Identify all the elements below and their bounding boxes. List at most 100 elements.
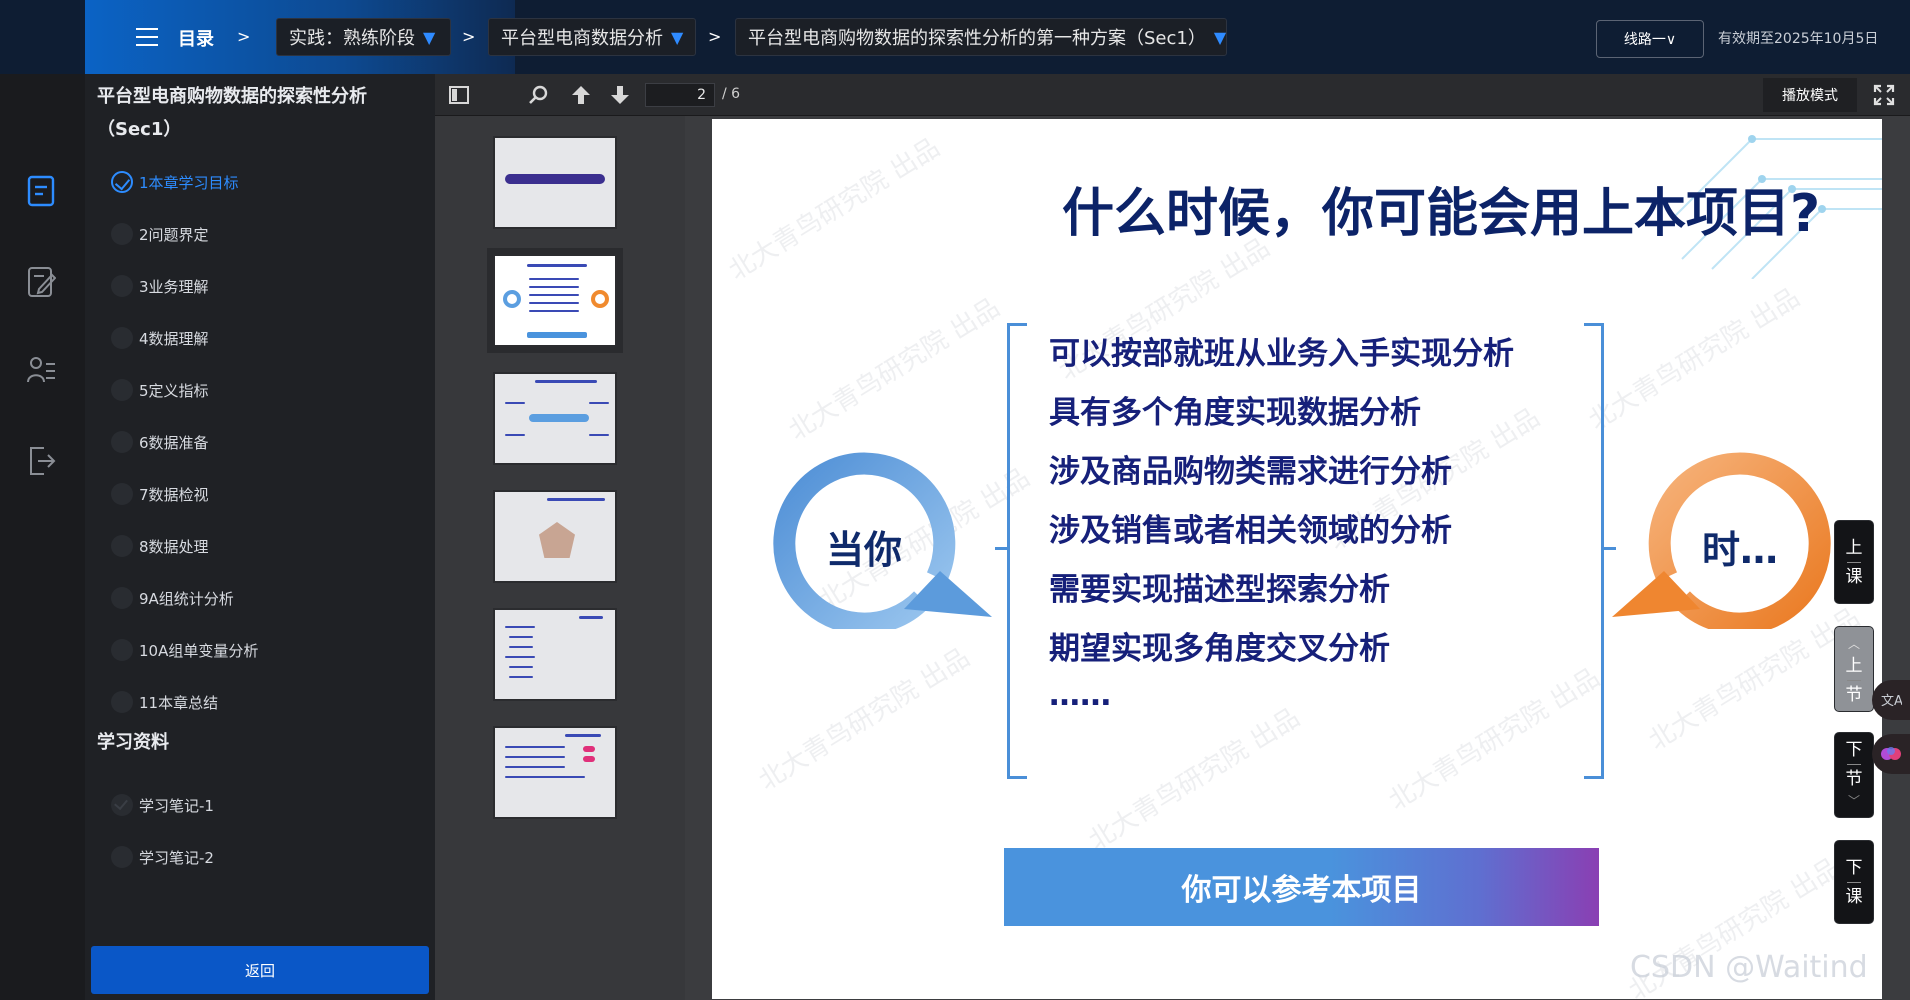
- chapter-label: 4数据理解: [139, 329, 209, 348]
- chapter-item[interactable]: 8数据处理: [111, 531, 209, 561]
- caret-down-icon: ▼: [423, 27, 436, 47]
- next-section-button[interactable]: 下节 ﹀: [1834, 732, 1874, 818]
- chapter-label: 8数据处理: [139, 537, 209, 556]
- chapter-item[interactable]: 9A组统计分析: [111, 583, 234, 613]
- breadcrumb-course[interactable]: 平台型电商数据分析 ▼: [488, 18, 696, 56]
- top-bar: 目录 > 实践：熟练阶段 ▼ > 平台型电商数据分析 ▼ > 平台型电商购物数据的探…: [0, 0, 1910, 74]
- chapter-label: 5定义指标: [139, 381, 209, 400]
- slide-bullet: 需要实现描述型探索分析: [1049, 572, 1390, 608]
- watermark-text: 北大青鸟研究院 出品: [1083, 702, 1306, 857]
- chapter-label: 9A组统计分析: [139, 589, 234, 608]
- nav-char: 课: [1845, 886, 1863, 907]
- breadcrumb-stage[interactable]: 实践：熟练阶段 ▼: [276, 18, 451, 56]
- chapter-item[interactable]: 6数据准备: [111, 427, 209, 457]
- nav-char: 下: [1845, 857, 1863, 878]
- csdn-watermark: CSDN @Waitind: [1630, 950, 1868, 985]
- viewer-toolbar: 2 / 6 播放模式: [435, 74, 1910, 116]
- circle-icon: [111, 846, 133, 868]
- material-item[interactable]: 学习笔记-1: [111, 790, 214, 820]
- chapter-item[interactable]: 3业务理解: [111, 271, 209, 301]
- page-number-input[interactable]: 2: [645, 83, 715, 107]
- chapter-item[interactable]: 7数据检视: [111, 479, 209, 509]
- chapter-item[interactable]: 11本章总结: [111, 687, 218, 717]
- chapter-item[interactable]: 5定义指标: [111, 375, 209, 405]
- slide-title: 什么时候，你可能会用上本项目?: [1062, 184, 1821, 244]
- watermark-text: 北大青鸟研究院 出品: [1383, 662, 1606, 817]
- chapter-label: 1本章学习目标: [139, 173, 239, 192]
- svg-text:文A: 文A: [1881, 694, 1902, 709]
- watermark-text: 北大青鸟研究院 出品: [1583, 282, 1806, 437]
- circle-icon: [111, 223, 133, 245]
- page-thumbnail[interactable]: [493, 608, 617, 701]
- page-thumbnail[interactable]: [493, 726, 617, 819]
- nav-char: 节: [1845, 768, 1863, 789]
- search-icon[interactable]: [527, 83, 551, 107]
- chapter-item[interactable]: 2问题界定: [111, 219, 209, 249]
- chapter-item[interactable]: 1本章学习目标: [111, 167, 239, 197]
- next-lesson-button[interactable]: 下课: [1834, 840, 1874, 924]
- catalog-label[interactable]: 目录: [178, 25, 214, 51]
- chapter-sidebar: 平台型电商购物数据的探索性分析（Sec1） 1本章学习目标 2问题界定 3业务理…: [85, 74, 435, 1000]
- chapter-item[interactable]: 10A组单变量分析: [111, 635, 258, 665]
- circle-icon: [111, 587, 133, 609]
- arrow-down-icon[interactable]: [608, 83, 632, 107]
- circle-icon: [111, 639, 133, 661]
- chapter-item[interactable]: 4数据理解: [111, 323, 209, 353]
- circle-icon: [111, 691, 133, 713]
- slide-bullet: ……: [1049, 677, 1111, 713]
- users-icon[interactable]: [26, 354, 56, 388]
- back-button[interactable]: 返回: [91, 946, 429, 994]
- exit-icon[interactable]: [26, 444, 56, 478]
- lesson-title: 平台型电商购物数据的探索性分析（Sec1）: [97, 86, 367, 140]
- prev-lesson-button[interactable]: 上课: [1834, 520, 1874, 604]
- breadcrumb-lesson-label: 平台型电商购物数据的探索性分析的第一种方案（Sec1）: [748, 28, 1206, 49]
- edit-note-icon[interactable]: [26, 265, 56, 299]
- chapter-label: 6数据准备: [139, 433, 209, 452]
- caret-down-icon: ▼: [1213, 27, 1227, 47]
- right-bracket: [1584, 323, 1604, 779]
- page-thumbnail[interactable]: [487, 248, 623, 353]
- watermark-text: 北大青鸟研究院 出品: [783, 292, 1006, 447]
- breadcrumb-separator: >: [237, 27, 251, 46]
- circle-icon: [111, 535, 133, 557]
- caret-down-icon: ▼: [671, 27, 684, 47]
- circle-icon: [111, 275, 133, 297]
- breadcrumb-separator: >: [462, 27, 476, 46]
- chevron-down-icon: ﹀: [1847, 793, 1860, 808]
- page-thumbnail[interactable]: [493, 490, 617, 583]
- icon-rail: [0, 74, 85, 1000]
- nav-char: 上: [1845, 537, 1863, 558]
- slide-bullet: 可以按部就班从业务入手实现分析: [1049, 336, 1514, 372]
- material-item[interactable]: 学习笔记-2: [111, 842, 214, 872]
- chapter-label: 2问题界定: [139, 225, 209, 244]
- nav-char: 下: [1845, 739, 1863, 760]
- translate-icon[interactable]: 文A: [1872, 680, 1910, 720]
- left-bracket-tick: [995, 547, 1007, 550]
- material-label: 学习笔记-2: [139, 848, 214, 867]
- sidebar-toggle-icon[interactable]: [447, 83, 471, 107]
- route-select-button[interactable]: 线路一∨: [1596, 20, 1704, 58]
- chapter-label: 11本章总结: [139, 693, 219, 712]
- page-thumbnail[interactable]: [493, 372, 617, 465]
- expiry-date: 有效期至2025年10月5日: [1718, 31, 1879, 47]
- watermark-text: 北大青鸟研究院 出品: [753, 642, 976, 797]
- slide-cta-banner: 你可以参考本项目: [1004, 848, 1599, 926]
- arrow-up-icon[interactable]: [569, 83, 593, 107]
- chapter-label: 3业务理解: [139, 277, 209, 296]
- menu-icon[interactable]: [136, 24, 158, 50]
- watermark-text: 北大青鸟研究院 出品: [723, 132, 946, 287]
- check-circle-icon: [111, 171, 133, 193]
- breadcrumb-lesson[interactable]: 平台型电商购物数据的探索性分析的第一种方案（Sec1） ▼: [735, 18, 1227, 56]
- fullscreen-icon[interactable]: [1873, 84, 1895, 106]
- circle-icon: [111, 431, 133, 453]
- pdf-viewer: 2 / 6 播放模式 北大青鸟研究院 出品 北大青鸟研究院 出品 北大青鸟研究院…: [435, 74, 1910, 1000]
- circle-icon: [111, 483, 133, 505]
- play-mode-button[interactable]: 播放模式: [1763, 78, 1857, 112]
- prev-section-button[interactable]: ︿ 上节: [1834, 626, 1874, 712]
- circle-icon: [111, 327, 133, 349]
- document-icon[interactable]: [26, 174, 56, 208]
- nav-char: 课: [1845, 566, 1863, 587]
- left-bracket: [1007, 323, 1027, 779]
- ai-assistant-icon[interactable]: [1872, 734, 1910, 774]
- page-thumbnail[interactable]: [493, 136, 617, 229]
